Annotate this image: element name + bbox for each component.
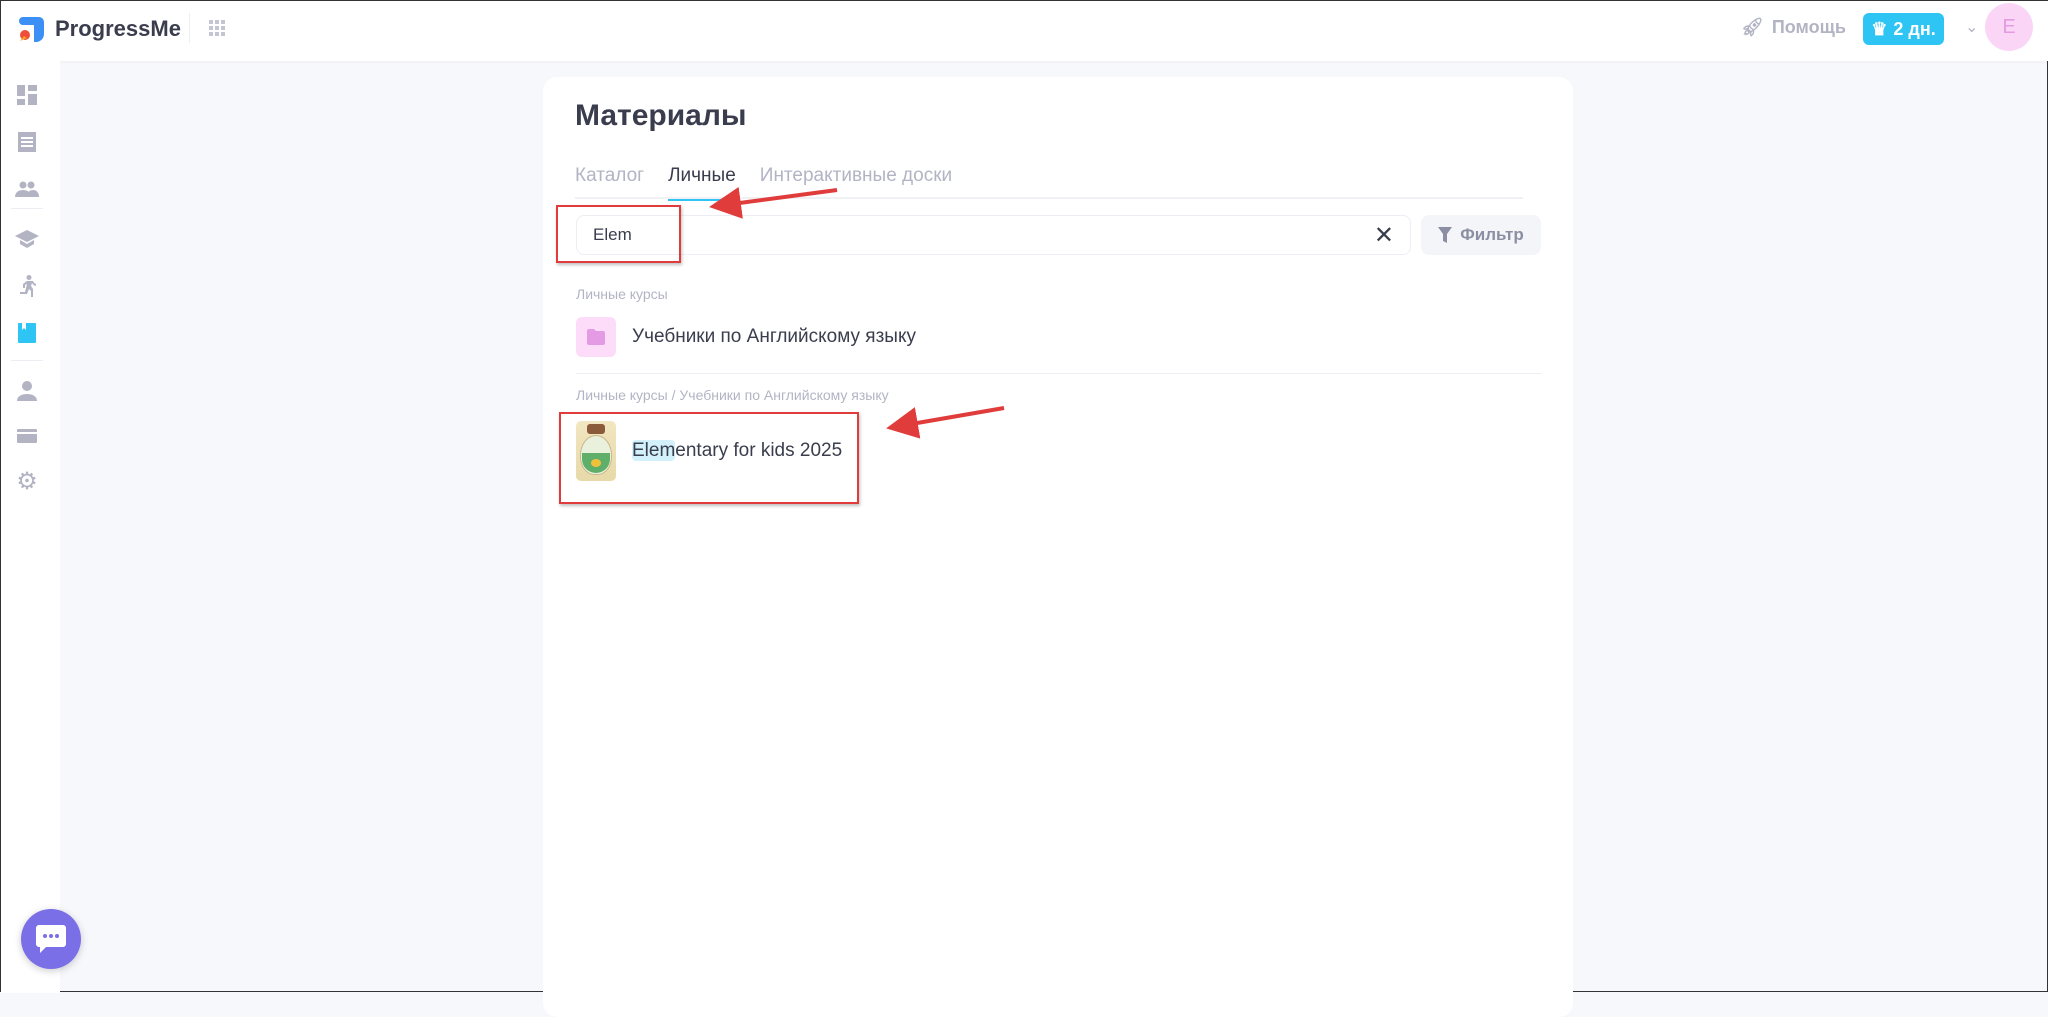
annotation-arrows [709,186,1005,439]
chat-bubble-icon [36,925,66,953]
chat-button[interactable] [21,909,81,969]
annotation-arrow [709,186,838,219]
annotation-arrow [886,406,1005,439]
